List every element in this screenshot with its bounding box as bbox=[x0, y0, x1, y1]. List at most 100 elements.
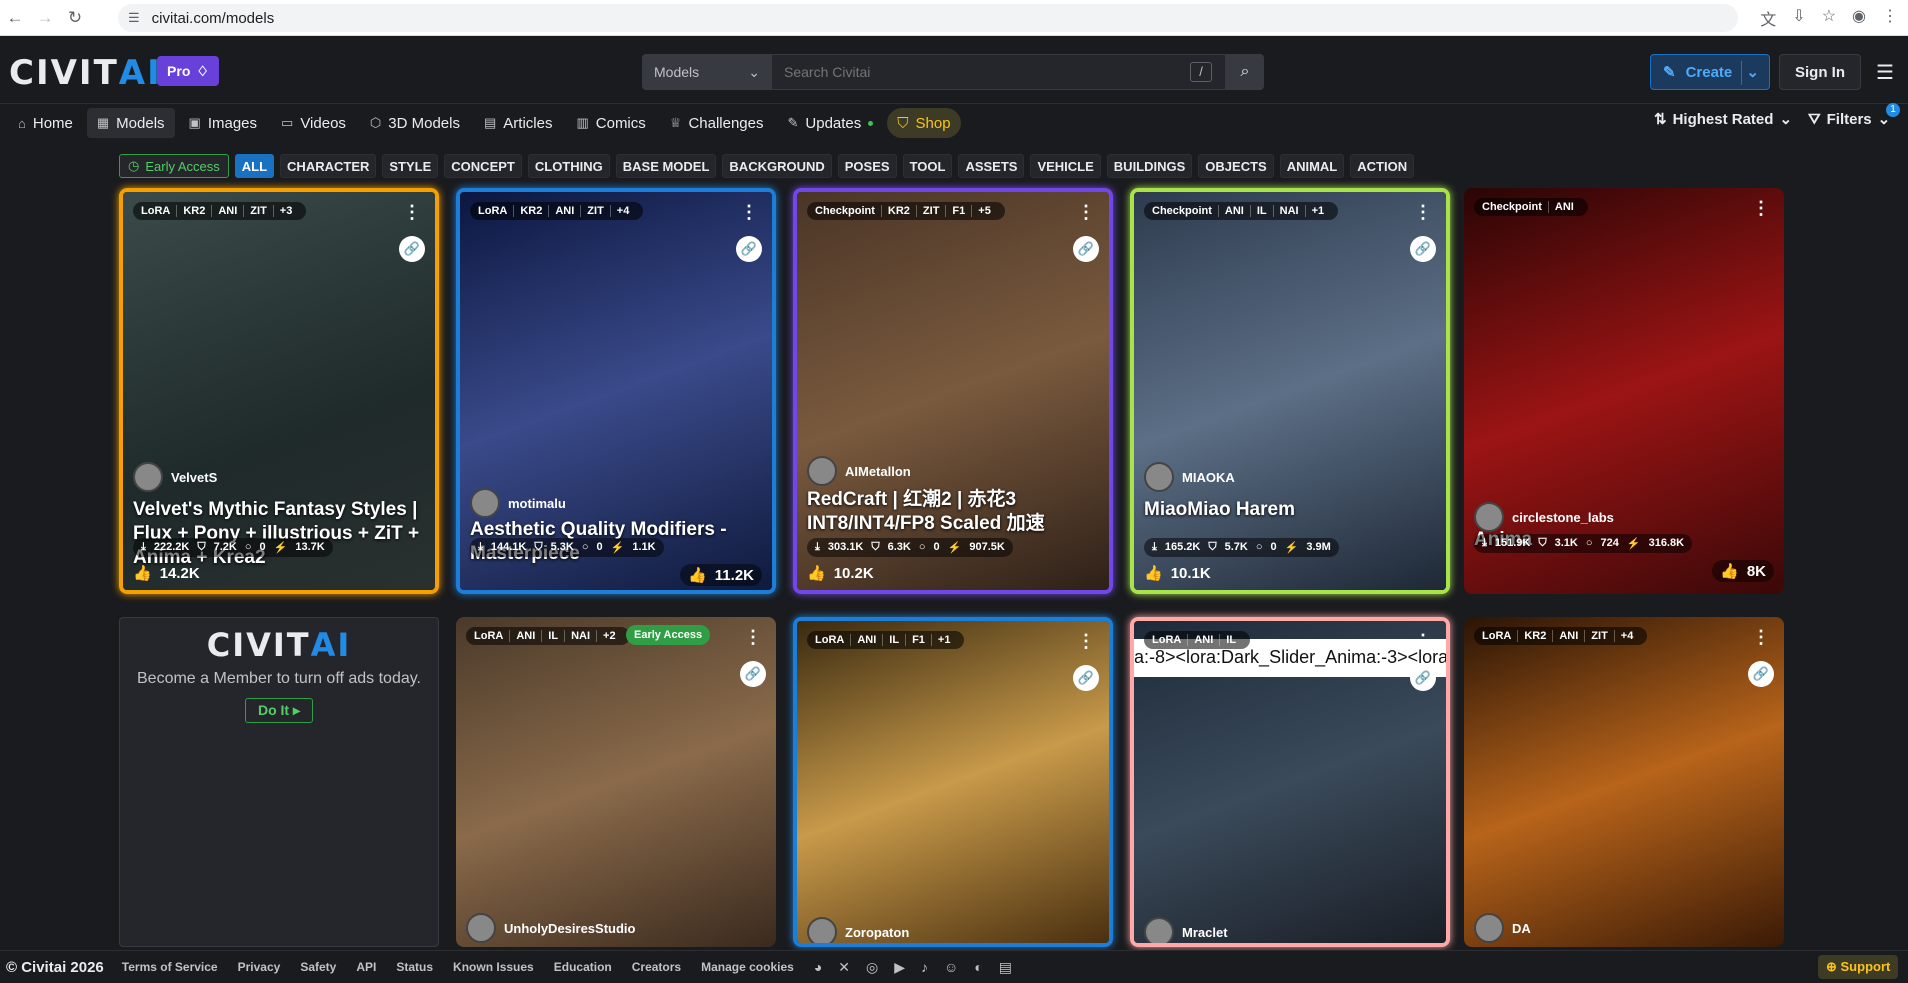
hamburger-menu-icon[interactable]: ☰ bbox=[1876, 60, 1894, 85]
tag-tool[interactable]: TOOL bbox=[902, 154, 953, 178]
tag-character[interactable]: CHARACTER bbox=[280, 154, 377, 178]
footer-link-status[interactable]: Status bbox=[396, 960, 433, 974]
footer-link-known-issues[interactable]: Known Issues bbox=[453, 960, 534, 974]
link-icon[interactable]: 🔗 bbox=[1073, 665, 1099, 691]
nav-home[interactable]: ⌂ Home bbox=[8, 108, 83, 138]
model-card[interactable]: LoRA ANI IL F1 +1 ⋮ 🔗 Zoropaton bbox=[793, 617, 1113, 947]
do-it-button[interactable]: Do It ▸ bbox=[244, 698, 314, 723]
link-icon[interactable]: 🔗 bbox=[740, 661, 766, 687]
tiktok-icon[interactable]: ♪ bbox=[921, 959, 928, 975]
model-card[interactable]: LoRA ANI IL NAI +2 Early Access ⋮ 🔗 UnholyDe… bbox=[456, 617, 776, 947]
tag-all[interactable]: ALL bbox=[234, 154, 275, 178]
model-card[interactable]: LoRA KR2 ANI ZIT +4 ⋮ 🔗 DA bbox=[1464, 617, 1784, 947]
support-button[interactable]: ⊕ Support bbox=[1818, 955, 1899, 979]
footer-link-manage-cookies[interactable]: Manage cookies bbox=[701, 960, 794, 974]
creator[interactable]: VelvetS bbox=[133, 462, 217, 492]
youtube-icon[interactable]: ▶ bbox=[894, 959, 905, 976]
install-icon[interactable]: ⇩ bbox=[1792, 6, 1805, 30]
search-scope-select[interactable]: Models ⌄ bbox=[642, 54, 772, 90]
model-card[interactable]: LoRA KR2 ANI ZIT +3 ⋮ 🔗 VelvetS Velvet's Myt… bbox=[119, 188, 439, 594]
footer-link-creators[interactable]: Creators bbox=[632, 960, 681, 974]
tag-assets[interactable]: ASSETS bbox=[958, 154, 1025, 178]
filters-button[interactable]: ⛛ Filters ⌄ bbox=[1808, 110, 1890, 129]
link-icon[interactable]: 🔗 bbox=[736, 236, 762, 262]
tag-early-access[interactable]: ◷ Early Access bbox=[119, 154, 229, 178]
model-title[interactable]: MiaoMiao Harem bbox=[1144, 498, 1436, 522]
nav-videos[interactable]: ▭ Videos bbox=[271, 108, 356, 138]
link-icon[interactable]: 🔗 bbox=[1410, 236, 1436, 262]
model-card[interactable]: LoRA KR2 ANI ZIT +4 ⋮ 🔗 motimalu Aesthetic Q… bbox=[456, 188, 776, 594]
tag-concept[interactable]: CONCEPT bbox=[444, 154, 522, 178]
more-options-icon[interactable]: ⋮ bbox=[744, 627, 762, 648]
github-icon[interactable]: ◐ bbox=[974, 959, 982, 975]
search-input[interactable] bbox=[772, 54, 1226, 90]
model-card[interactable]: Checkpoint ANI IL NAI +1 ⋮ 🔗 MIAOKA MiaoMiao… bbox=[1130, 188, 1450, 594]
tag-style[interactable]: STYLE bbox=[382, 154, 439, 178]
more-options-icon[interactable]: ⋮ bbox=[1414, 631, 1432, 652]
link-icon[interactable]: 🔗 bbox=[1748, 661, 1774, 687]
link-icon[interactable]: 🔗 bbox=[1410, 665, 1436, 691]
tag-vehicle[interactable]: VEHICLE bbox=[1030, 154, 1101, 178]
chat-icon[interactable]: ▤ bbox=[999, 959, 1012, 976]
more-options-icon[interactable]: ⋮ bbox=[1414, 202, 1432, 223]
sign-in-button[interactable]: Sign In bbox=[1779, 54, 1861, 90]
chevron-down-icon[interactable]: ⌄ bbox=[1746, 63, 1759, 81]
creator[interactable]: Mraclet bbox=[1144, 917, 1228, 943]
search-button[interactable]: ⌕ bbox=[1226, 54, 1264, 90]
model-card[interactable]: Checkpoint KR2 ZIT F1 +5 ⋮ 🔗 AIMetallon RedC… bbox=[793, 188, 1113, 594]
forward-icon[interactable]: → bbox=[30, 8, 60, 28]
translate-icon[interactable]: 文 bbox=[1760, 6, 1776, 30]
nav-3d-models[interactable]: ⬡ 3D Models bbox=[360, 108, 470, 138]
reload-icon[interactable]: ↻ bbox=[60, 8, 90, 28]
nav-challenges[interactable]: ♕ Challenges bbox=[660, 108, 774, 138]
tag-objects[interactable]: OBJECTS bbox=[1198, 154, 1274, 178]
more-options-icon[interactable]: ⋮ bbox=[1077, 631, 1095, 652]
nav-models[interactable]: ▦ Models bbox=[86, 108, 175, 138]
link-icon[interactable]: 🔗 bbox=[1073, 236, 1099, 262]
model-title[interactable]: RedCraft | 红潮2 | 赤花3 INT8/INT4/FP8 Scale… bbox=[807, 488, 1099, 536]
footer-link-privacy[interactable]: Privacy bbox=[238, 960, 281, 974]
create-button[interactable]: ✎ Create ⌄ bbox=[1650, 54, 1770, 90]
creator[interactable]: UnholyDesiresStudio bbox=[466, 913, 635, 943]
more-options-icon[interactable]: ⋮ bbox=[1077, 202, 1095, 223]
more-options-icon[interactable]: ⋮ bbox=[403, 202, 421, 223]
x-icon[interactable]: ✕ bbox=[838, 959, 850, 976]
tag-action[interactable]: ACTION bbox=[1350, 154, 1415, 178]
pro-button[interactable]: Pro ♢ bbox=[157, 56, 219, 86]
reddit-icon[interactable]: ☺ bbox=[944, 959, 958, 975]
footer-link-api[interactable]: API bbox=[356, 960, 376, 974]
creator[interactable]: MIAOKA bbox=[1144, 462, 1235, 492]
nav-comics[interactable]: ▥ Comics bbox=[566, 108, 655, 138]
footer-link-terms[interactable]: Terms of Service bbox=[122, 960, 218, 974]
footer-link-safety[interactable]: Safety bbox=[300, 960, 336, 974]
bookmark-star-icon[interactable]: ☆ bbox=[1822, 6, 1836, 30]
creator[interactable]: Zoropaton bbox=[807, 917, 909, 943]
nav-shop[interactable]: ⛉ Shop bbox=[887, 108, 961, 138]
creator[interactable]: DA bbox=[1474, 913, 1531, 943]
tag-background[interactable]: BACKGROUND bbox=[722, 154, 832, 178]
instagram-icon[interactable]: ◎ bbox=[866, 959, 878, 976]
tag-clothing[interactable]: CLOTHING bbox=[527, 154, 610, 178]
creator[interactable]: AIMetallon bbox=[807, 456, 911, 486]
discord-icon[interactable]: ◕ bbox=[814, 959, 822, 975]
model-card[interactable]: CheckpointANI ⋮ circlestone_labs Anima ⤓… bbox=[1464, 188, 1784, 594]
footer-link-education[interactable]: Education bbox=[554, 960, 612, 974]
back-icon[interactable]: ← bbox=[0, 8, 30, 28]
address-bar[interactable]: ☰ civitai.com/models bbox=[118, 4, 1738, 32]
creator[interactable]: motimalu bbox=[470, 488, 566, 518]
profile-icon[interactable]: ◉ bbox=[1852, 6, 1866, 30]
civitai-logo[interactable]: CIVITAI bbox=[9, 56, 162, 90]
tag-base-model[interactable]: BASE MODEL bbox=[615, 154, 717, 178]
more-options-icon[interactable]: ⋮ bbox=[1752, 198, 1770, 219]
site-info-icon[interactable]: ☰ bbox=[128, 10, 140, 26]
link-icon[interactable]: 🔗 bbox=[399, 236, 425, 262]
browser-menu-icon[interactable]: ⋮ bbox=[1882, 6, 1898, 30]
tag-animal[interactable]: ANIMAL bbox=[1279, 154, 1345, 178]
tag-buildings[interactable]: BUILDINGS bbox=[1106, 154, 1193, 178]
model-card[interactable]: a:-8><lora:Dark_Slider_Anima:-3><lora Lo… bbox=[1130, 617, 1450, 947]
more-options-icon[interactable]: ⋮ bbox=[740, 202, 758, 223]
model-title[interactable]: Velvet's Mythic Fantasy Styles | Flux + … bbox=[133, 498, 425, 569]
more-options-icon[interactable]: ⋮ bbox=[1752, 627, 1770, 648]
tag-poses[interactable]: POSES bbox=[837, 154, 897, 178]
nav-updates[interactable]: ✎ Updates bbox=[778, 108, 884, 138]
